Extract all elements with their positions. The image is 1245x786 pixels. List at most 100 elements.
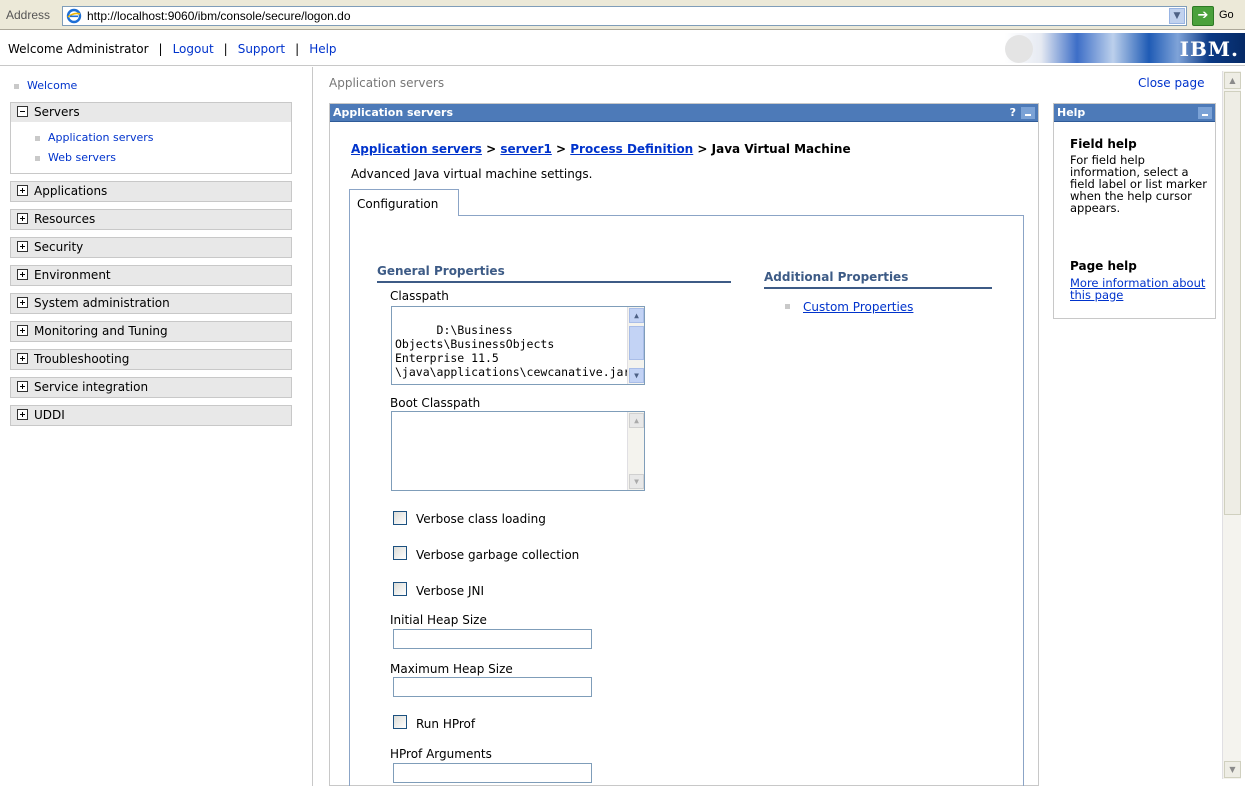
boot-classpath-textarea[interactable]: ▲ ▼ [391,411,645,491]
console-header: Welcome Administrator | Logout | Support | Hel… [0,31,1245,66]
field-help-text: For field help information, select a fie… [1070,153,1207,215]
breadcrumb-server1[interactable]: server1 [500,142,551,156]
navigation-tree: Welcome Servers Application servers Web … [0,67,313,786]
verbose-gc-checkbox[interactable] [393,546,407,560]
ibm-logo: IBM. [1179,37,1239,61]
expand-icon[interactable] [17,353,28,364]
page-help-link[interactable]: More information about this page [1070,277,1210,301]
nav-category-environment[interactable]: Environment [10,265,292,286]
expand-icon[interactable] [17,185,28,196]
bullet-icon [785,304,790,309]
scroll-up-icon[interactable]: ▲ [629,308,644,323]
scroll-up-icon[interactable]: ▲ [1224,72,1241,89]
minimize-icon[interactable] [1198,107,1212,119]
scroll-down-icon[interactable]: ▼ [629,368,644,383]
address-label: Address [6,8,51,22]
classpath-label[interactable]: Classpath [390,289,449,303]
initial-heap-label[interactable]: Initial Heap Size [390,613,487,627]
max-heap-input[interactable] [393,677,592,697]
general-properties-heading: General Properties [377,264,731,283]
bullet-icon [35,155,40,161]
hprof-arguments-input[interactable] [393,763,592,783]
nav-welcome-link[interactable]: Welcome [14,79,77,92]
application-servers-panel: Application servers ? Application server… [329,103,1039,786]
scroll-down-icon[interactable]: ▼ [1224,761,1241,778]
help-panel-title: Help [1057,106,1086,119]
panel-help-icon[interactable]: ? [1010,104,1016,121]
nav-category-troubleshooting[interactable]: Troubleshooting [10,349,292,370]
run-hprof-label[interactable]: Run HProf [416,717,475,731]
custom-properties-link[interactable]: Custom Properties [803,300,913,314]
expand-icon[interactable] [17,381,28,392]
scroll-thumb[interactable] [1224,91,1241,515]
nav-category-uddi[interactable]: UDDI [10,405,292,426]
welcome-text: Welcome Administrator [8,42,149,56]
nav-category-service-integration[interactable]: Service integration [10,377,292,398]
expand-icon[interactable] [17,297,28,308]
nav-category-applications[interactable]: Applications [10,181,292,202]
collapse-icon[interactable] [17,106,28,117]
expand-icon[interactable] [17,213,28,224]
logout-link[interactable]: Logout [173,42,214,56]
classpath-value: D:\Business Objects\BusinessObjects Ente… [395,323,631,379]
boot-classpath-label[interactable]: Boot Classpath [390,396,480,410]
nav-category-monitoring-and-tuning[interactable]: Monitoring and Tuning [10,321,292,342]
hprof-arguments-label[interactable]: HProf Arguments [390,747,492,761]
verbose-class-loading-checkbox[interactable] [393,511,407,525]
separator: | [223,42,228,56]
breadcrumb-separator: > [697,142,708,156]
scroll-thumb[interactable] [629,326,644,360]
page-help-title: Page help [1070,259,1137,273]
verbose-jni-checkbox[interactable] [393,582,407,596]
run-hprof-checkbox[interactable] [393,715,407,729]
additional-properties-heading: Additional Properties [764,270,992,289]
boot-classpath-scrollbar[interactable]: ▲ ▼ [627,412,644,490]
separator: | [295,42,300,56]
breadcrumb-separator: > [486,142,497,156]
verbose-jni-label[interactable]: Verbose JNI [416,584,484,598]
servers-subitems: Application servers Web servers [10,122,292,174]
banner-orb [1005,35,1033,63]
address-url: http://localhost:9060/ibm/console/secure… [87,9,351,23]
expand-icon[interactable] [17,241,28,252]
expand-icon[interactable] [17,269,28,280]
minimize-icon[interactable] [1021,107,1035,119]
page-title: Application servers [329,76,445,90]
scroll-up-icon[interactable]: ▲ [629,413,644,428]
max-heap-label[interactable]: Maximum Heap Size [390,662,513,676]
expand-icon[interactable] [17,325,28,336]
verbose-class-loading-label[interactable]: Verbose class loading [416,512,546,526]
classpath-scrollbar[interactable]: ▲ ▼ [627,307,644,384]
verbose-gc-label[interactable]: Verbose garbage collection [416,548,579,562]
nav-category-resources[interactable]: Resources [10,209,292,230]
help-link[interactable]: Help [309,42,336,56]
expand-icon[interactable] [17,409,28,420]
bullet-icon [35,135,40,141]
scroll-down-icon[interactable]: ▼ [629,474,644,489]
address-dropdown-icon[interactable]: ▼ [1169,8,1185,24]
window-scrollbar[interactable]: ▲ ▼ [1222,71,1241,779]
nav-category-system-administration[interactable]: System administration [10,293,292,314]
classpath-textarea[interactable]: D:\Business Objects\BusinessObjects Ente… [391,306,645,385]
nav-category-security[interactable]: Security [10,237,292,258]
field-help-title: Field help [1070,137,1137,151]
panel-title-bar: Application servers ? [330,104,1038,122]
go-arrow-icon[interactable]: ➔ [1192,6,1214,26]
separator: | [158,42,163,56]
nav-item-application-servers[interactable]: Application servers [35,131,154,144]
support-link[interactable]: Support [238,42,285,56]
tab-configuration[interactable]: Configuration [349,189,459,216]
panel-title: Application servers [333,106,454,119]
initial-heap-input[interactable] [393,629,592,649]
breadcrumb: Application servers > server1 > Process … [351,142,851,156]
breadcrumb-process-definition[interactable]: Process Definition [570,142,693,156]
browser-address-bar: Address http://localhost:9060/ibm/consol… [0,0,1245,30]
nav-item-web-servers[interactable]: Web servers [35,151,116,164]
close-page-link[interactable]: Close page [1138,76,1204,90]
address-input[interactable]: http://localhost:9060/ibm/console/secure… [62,6,1187,26]
breadcrumb-application-servers[interactable]: Application servers [351,142,482,156]
page-description: Advanced Java virtual machine settings. [351,167,593,181]
help-panel: Help Field help For field help informati… [1053,103,1216,319]
nav-category-servers[interactable]: Servers [10,102,292,123]
go-button[interactable]: Go [1219,9,1234,21]
